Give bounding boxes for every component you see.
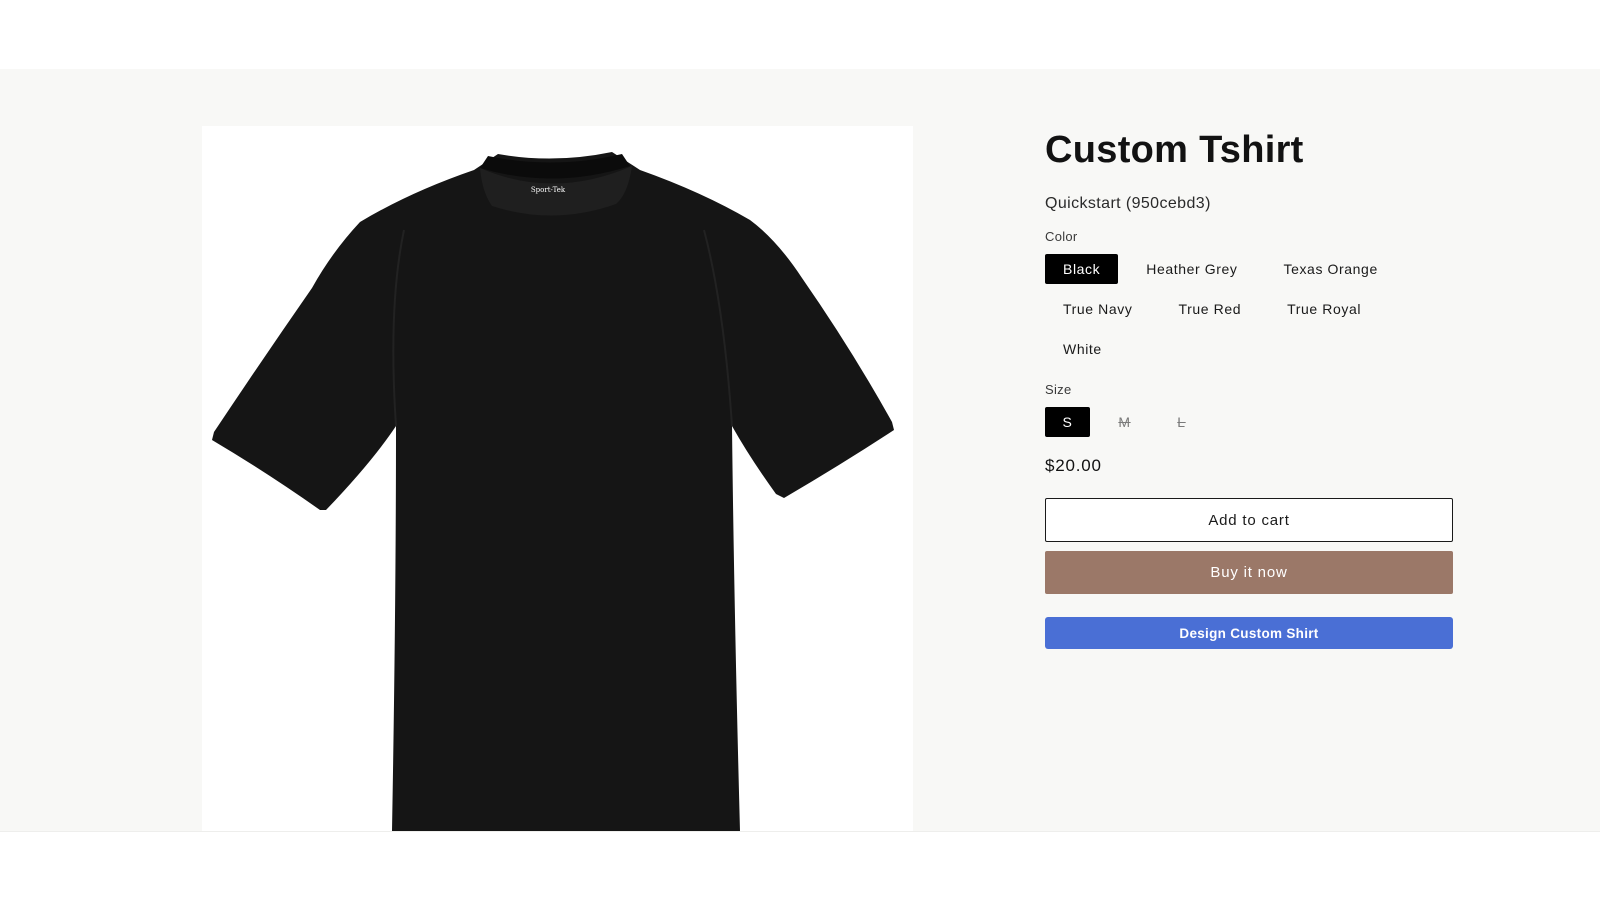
tshirt-tag-label: Sport-Tek — [531, 186, 566, 194]
size-option-m[interactable]: M — [1102, 407, 1147, 437]
product-info: Custom Tshirt Quickstart (950cebd3) Colo… — [1045, 126, 1453, 649]
color-option-texas-orange[interactable]: Texas Orange — [1265, 254, 1395, 284]
product-vendor: Quickstart (950cebd3) — [1045, 195, 1211, 212]
product-image[interactable]: Sport-Tek — [202, 126, 913, 831]
size-option-l[interactable]: L — [1159, 407, 1204, 437]
product-price: $20.00 — [1045, 456, 1102, 475]
color-options: Black Heather Grey Texas Orange True Nav… — [1045, 254, 1465, 364]
size-label: Size — [1045, 382, 1072, 397]
tshirt-body — [212, 152, 894, 831]
design-custom-shirt-button[interactable]: Design Custom Shirt — [1045, 617, 1453, 649]
size-option-s[interactable]: S — [1045, 407, 1090, 437]
color-option-true-royal[interactable]: True Royal — [1269, 294, 1379, 324]
color-option-true-navy[interactable]: True Navy — [1045, 294, 1150, 324]
color-label: Color — [1045, 229, 1078, 244]
color-option-white[interactable]: White — [1045, 334, 1120, 364]
tshirt-image: Sport-Tek — [212, 152, 894, 831]
add-to-cart-button[interactable]: Add to cart — [1045, 498, 1453, 542]
buy-now-button[interactable]: Buy it now — [1045, 551, 1453, 594]
color-option-black[interactable]: Black — [1045, 254, 1119, 284]
header-bar — [0, 0, 1600, 69]
size-options: S M L — [1045, 407, 1453, 437]
footer-bar — [0, 831, 1600, 901]
color-option-heather-grey[interactable]: Heather Grey — [1128, 254, 1255, 284]
product-title: Custom Tshirt — [1045, 129, 1304, 171]
color-option-true-red[interactable]: True Red — [1160, 294, 1259, 324]
